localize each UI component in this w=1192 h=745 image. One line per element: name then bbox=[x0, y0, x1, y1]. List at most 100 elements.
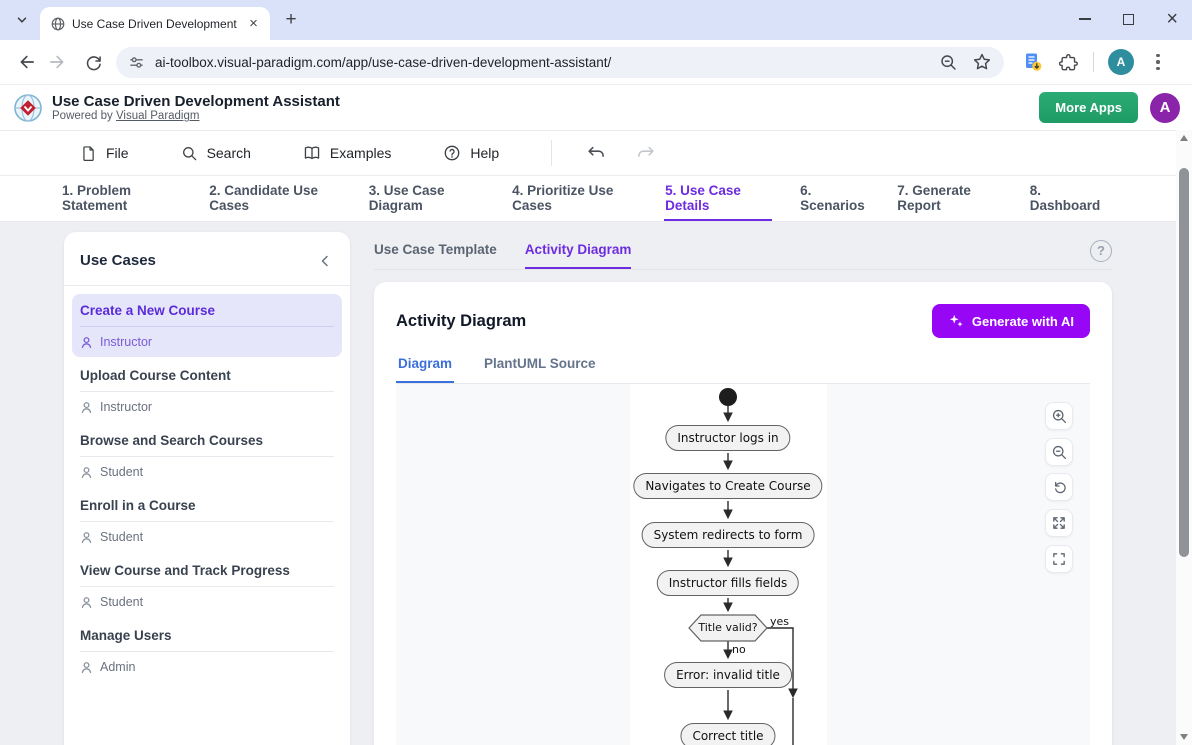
step-generate-report[interactable]: 7. Generate Report bbox=[896, 176, 1001, 221]
zoom-in-button[interactable] bbox=[1045, 402, 1073, 430]
url-field[interactable]: ai-toolbox.visual-paradigm.com/app/use-c… bbox=[116, 47, 1004, 78]
step-dashboard[interactable]: 8. Dashboard bbox=[1029, 176, 1104, 221]
diagram-view-tabs: Diagram PlantUML Source bbox=[396, 356, 1090, 384]
fullscreen-button[interactable] bbox=[1045, 545, 1073, 573]
collapse-chevron-icon[interactable] bbox=[318, 254, 332, 268]
tab-title: Use Case Driven Development A bbox=[72, 17, 239, 31]
file-menu[interactable]: File bbox=[80, 145, 129, 162]
more-apps-button[interactable]: More Apps bbox=[1039, 92, 1138, 123]
reading-mode-icon[interactable] bbox=[1022, 51, 1044, 73]
browser-tab[interactable]: Use Case Driven Development A bbox=[40, 7, 270, 40]
diagram-no-label: no bbox=[732, 643, 746, 656]
url-text[interactable]: ai-toolbox.visual-paradigm.com/app/use-c… bbox=[155, 55, 939, 70]
help-menu-label: Help bbox=[470, 145, 499, 161]
reload-button[interactable] bbox=[76, 45, 110, 79]
window-minimize-icon[interactable] bbox=[1079, 18, 1091, 20]
use-case-actor: Instructor bbox=[100, 400, 152, 414]
step-candidate-use-cases[interactable]: 2. Candidate Use Cases bbox=[208, 176, 340, 221]
tab-activity-diagram[interactable]: Activity Diagram bbox=[525, 232, 632, 269]
zoom-out-button[interactable] bbox=[1045, 438, 1073, 466]
extensions-puzzle-icon[interactable] bbox=[1058, 52, 1079, 73]
tab-diagram-view[interactable]: Diagram bbox=[396, 356, 454, 383]
scrollbar-thumb[interactable] bbox=[1179, 168, 1189, 557]
examples-menu-label: Examples bbox=[330, 145, 391, 161]
new-tab-button[interactable] bbox=[278, 7, 304, 33]
search-icon bbox=[181, 145, 198, 162]
step-problem-statement[interactable]: 1. Problem Statement bbox=[61, 176, 181, 221]
browser-tabstrip: Use Case Driven Development A bbox=[0, 0, 1192, 40]
zoom-out-icon bbox=[1051, 444, 1068, 461]
browser-profile-avatar[interactable]: A bbox=[1108, 49, 1134, 75]
person-icon bbox=[80, 401, 93, 414]
bookmark-star-icon[interactable] bbox=[972, 52, 992, 72]
use-case-title: View Course and Track Progress bbox=[80, 563, 334, 586]
app-toolbar: File Search Examples Help bbox=[0, 131, 1192, 176]
step-prioritize-use-cases[interactable]: 4. Prioritize Use Cases bbox=[511, 176, 637, 221]
back-arrow-icon bbox=[15, 52, 35, 72]
search-menu-label: Search bbox=[207, 145, 251, 161]
browser-menu-icon[interactable] bbox=[1148, 50, 1168, 75]
use-case-item-upload-course-content[interactable]: Upload Course Content Instructor bbox=[72, 359, 342, 422]
forward-button[interactable] bbox=[42, 45, 76, 79]
visual-paradigm-link[interactable]: Visual Paradigm bbox=[116, 110, 200, 122]
reset-icon bbox=[1051, 479, 1068, 496]
powered-by: Powered by Visual Paradigm bbox=[52, 110, 340, 122]
use-cases-panel: Use Cases Create a New Course Instructor… bbox=[64, 232, 350, 745]
search-menu[interactable]: Search bbox=[181, 145, 251, 162]
use-cases-panel-title: Use Cases bbox=[80, 252, 156, 269]
use-case-item-create-a-new-course[interactable]: Create a New Course Instructor bbox=[72, 294, 342, 357]
step-use-case-diagram[interactable]: 3. Use Case Diagram bbox=[368, 176, 484, 221]
use-case-actor: Student bbox=[100, 595, 143, 609]
globe-favicon-icon bbox=[50, 16, 66, 32]
scrollbar-down-icon[interactable] bbox=[1180, 734, 1188, 740]
window-close-icon[interactable] bbox=[1166, 9, 1178, 30]
reload-icon bbox=[84, 53, 103, 72]
diagram-activity-node: Navigates to Create Course bbox=[633, 473, 822, 499]
tab-search-button[interactable] bbox=[8, 6, 36, 34]
window-maximize-icon[interactable] bbox=[1123, 14, 1134, 25]
diagram-activity-node: Correct title bbox=[680, 723, 775, 745]
person-icon bbox=[80, 466, 93, 479]
page-scrollbar[interactable] bbox=[1176, 130, 1192, 745]
use-case-actor: Student bbox=[100, 530, 143, 544]
help-icon bbox=[443, 144, 461, 162]
undo-button[interactable] bbox=[578, 138, 614, 168]
back-button[interactable] bbox=[8, 45, 42, 79]
diagram-yes-label: yes bbox=[770, 615, 789, 628]
tab-plantuml-source[interactable]: PlantUML Source bbox=[482, 356, 598, 383]
redo-button[interactable] bbox=[628, 138, 664, 168]
scrollbar-up-icon[interactable] bbox=[1180, 135, 1188, 141]
help-menu[interactable]: Help bbox=[443, 144, 499, 162]
use-case-title: Browse and Search Courses bbox=[80, 433, 334, 456]
generate-with-ai-button[interactable]: Generate with AI bbox=[932, 304, 1090, 338]
card-title: Activity Diagram bbox=[396, 312, 526, 331]
help-bubble-icon[interactable] bbox=[1090, 240, 1112, 262]
toolbar-divider bbox=[551, 140, 552, 166]
tab-use-case-template[interactable]: Use Case Template bbox=[374, 232, 497, 269]
zoom-indicator-icon[interactable] bbox=[939, 53, 958, 72]
file-menu-label: File bbox=[106, 145, 129, 161]
browser-addressbar: ai-toolbox.visual-paradigm.com/app/use-c… bbox=[0, 40, 1192, 85]
use-case-item-enroll-in-a-course[interactable]: Enroll in a Course Student bbox=[72, 489, 342, 552]
user-avatar[interactable]: A bbox=[1150, 93, 1180, 123]
site-settings-icon[interactable] bbox=[128, 54, 145, 71]
detail-tabs: Use Case Template Activity Diagram bbox=[374, 232, 1112, 270]
use-case-item-browse-and-search-courses[interactable]: Browse and Search Courses Student bbox=[72, 424, 342, 487]
fit-to-screen-button[interactable] bbox=[1045, 509, 1073, 537]
diagram-canvas[interactable]: Instructor logs in Navigates to Create C… bbox=[396, 384, 1090, 745]
browser-window: Use Case Driven Development A bbox=[0, 0, 1192, 745]
app-title: Use Case Driven Development Assistant bbox=[52, 93, 340, 110]
step-scenarios[interactable]: 6. Scenarios bbox=[799, 176, 869, 221]
step-use-case-details[interactable]: 5. Use Case Details bbox=[664, 176, 772, 221]
fullscreen-brackets-icon bbox=[1051, 551, 1067, 567]
use-case-item-view-course-and-track-progress[interactable]: View Course and Track Progress Student bbox=[72, 554, 342, 617]
tab-close-icon[interactable] bbox=[245, 15, 262, 32]
examples-menu[interactable]: Examples bbox=[303, 144, 391, 162]
divider bbox=[1093, 52, 1094, 72]
person-icon bbox=[80, 661, 93, 674]
sparkle-icon bbox=[948, 313, 964, 329]
diagram-activity-node: Instructor logs in bbox=[665, 425, 790, 451]
use-case-title: Upload Course Content bbox=[80, 368, 334, 391]
reset-zoom-button[interactable] bbox=[1045, 473, 1073, 501]
use-case-item-manage-users[interactable]: Manage Users Admin bbox=[72, 619, 342, 682]
